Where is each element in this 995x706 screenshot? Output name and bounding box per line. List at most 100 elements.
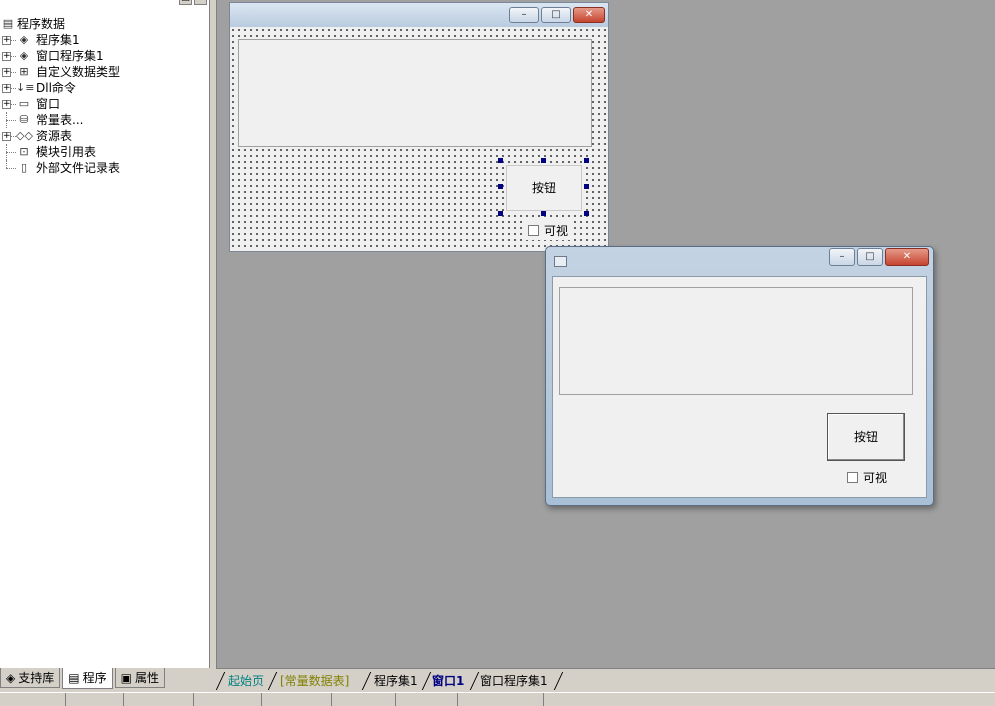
left-panel-tabs: ◈ 支持库 ▤ 程序 ▣ 属性 (0, 668, 210, 690)
design-form-canvas[interactable]: 按钮 可视 (230, 27, 608, 251)
properties-icon: ▣ (120, 670, 132, 685)
assembly-icon: ◈ (19, 33, 29, 46)
minimize-icon[interactable]: – (509, 7, 539, 23)
design-form-window[interactable]: – □ ✕ 按钮 可视 (229, 2, 609, 252)
expand-icon[interactable]: + (2, 36, 11, 45)
preview-form-window[interactable]: – □ ✕ 按钮 可视 (545, 246, 934, 506)
checkbox-label: 可视 (544, 224, 569, 238)
close-icon[interactable]: ✕ (885, 248, 929, 266)
tree-item-dll-commands[interactable]: + ↓≡ Dll命令 (0, 80, 210, 96)
expand-icon[interactable]: + (2, 52, 11, 61)
maximize-icon[interactable]: □ (541, 7, 571, 23)
tree-item-label: Dll命令 (36, 81, 76, 95)
custom-type-icon: ⊞ (19, 65, 29, 78)
tab-label: 支持库 (18, 670, 55, 685)
project-panel: □ × ▤ 程序数据 + ◈ 程序集1 + ◈ 窗口程序集1 + ⊞ 自定义数据… (0, 0, 210, 668)
tab-label: 属性 (134, 670, 159, 685)
tree-item-label: 常量表... (36, 113, 84, 127)
tree-item-custom-types[interactable]: + ⊞ 自定义数据类型 (0, 64, 210, 80)
preview-button[interactable]: 按钮 (827, 413, 905, 461)
tree-item-resources[interactable]: + ◇◇ 资源表 (0, 128, 210, 144)
resource-table-icon: ◇◇ (16, 129, 33, 142)
design-button[interactable]: 按钮 (506, 165, 582, 211)
selection-handle[interactable] (541, 158, 546, 163)
status-segment (0, 693, 66, 706)
status-segment (124, 693, 194, 706)
close-icon[interactable]: ✕ (573, 7, 605, 23)
status-bar (0, 692, 995, 706)
designer-workspace: – □ ✕ 按钮 可视 – □ ✕ 按钮 可视 (216, 0, 995, 668)
tree-item-external-files[interactable]: ▯ 外部文件记录表 (0, 160, 210, 176)
design-visible-checkbox[interactable]: 可视 (526, 221, 571, 240)
status-segment (262, 693, 332, 706)
preview-form-titlebar[interactable]: – □ ✕ (546, 247, 933, 275)
tree-item-label: 模块引用表 (36, 145, 97, 159)
expand-icon[interactable]: + (2, 68, 11, 77)
expand-icon[interactable]: + (2, 100, 11, 109)
constant-table-icon: ⛁ (19, 113, 29, 126)
document-tabs: 起始页 [常量数据表] 程序集1 窗口1 窗口程序集1 (216, 668, 995, 692)
selection-handle[interactable] (498, 211, 503, 216)
tab-assembly[interactable]: 程序集1 (370, 671, 422, 691)
module-reference-icon: ⊡ (19, 145, 29, 158)
tree-item-label: 自定义数据类型 (36, 65, 121, 79)
window-icon: ▭ (18, 97, 30, 110)
tab-constant-table[interactable]: [常量数据表] (276, 671, 353, 691)
library-icon: ◈ (6, 670, 16, 685)
expand-icon[interactable]: + (2, 132, 11, 141)
window-assembly-icon: ◈ (19, 49, 29, 62)
program-data-tree: ▤ 程序数据 + ◈ 程序集1 + ◈ 窗口程序集1 + ⊞ 自定义数据类型 +… (0, 16, 210, 176)
program-icon: ▤ (68, 671, 80, 685)
tab-separator (554, 671, 564, 691)
tree-item-label: 程序集1 (36, 33, 80, 47)
panel-restore-button[interactable]: □ (179, 0, 192, 5)
design-edit-box[interactable] (238, 39, 592, 147)
external-file-icon: ▯ (20, 161, 28, 174)
tree-root[interactable]: ▤ 程序数据 (0, 16, 210, 32)
data-tree-icon: ▤ (2, 17, 14, 30)
panel-window-buttons: □ × (179, 0, 207, 6)
checkbox-box[interactable] (847, 472, 858, 483)
selection-handle[interactable] (584, 158, 589, 163)
preview-caption-buttons: – □ ✕ (829, 248, 929, 266)
design-caption-buttons: – □ ✕ (509, 7, 605, 23)
dll-command-icon: ↓≡ (16, 81, 35, 94)
tab-window-assembly[interactable]: 窗口程序集1 (476, 671, 552, 691)
tree-item-label: 资源表 (36, 129, 73, 143)
tree-root-label: 程序数据 (17, 17, 66, 31)
tree-item-window[interactable]: + ▭ 窗口 (0, 96, 210, 112)
tree-item-label: 外部文件记录表 (36, 161, 121, 175)
expand-icon[interactable]: + (2, 84, 11, 93)
tree-item-label: 窗口程序集1 (36, 49, 104, 63)
tree-item-constants[interactable]: ⛁ 常量表... (0, 112, 210, 128)
preview-visible-checkbox[interactable]: 可视 (847, 469, 887, 486)
preview-edit-box[interactable] (559, 287, 913, 395)
maximize-icon[interactable]: □ (857, 248, 883, 266)
panel-close-button[interactable]: × (194, 0, 207, 5)
checkbox-box[interactable] (528, 225, 539, 236)
tree-item-module-references[interactable]: ⊡ 模块引用表 (0, 144, 210, 160)
selection-handle[interactable] (498, 184, 503, 189)
tree-item-label: 窗口 (36, 97, 61, 111)
tree-item-assembly[interactable]: + ◈ 程序集1 (0, 32, 210, 48)
status-segment (396, 693, 458, 706)
preview-form-client: 按钮 可视 (552, 276, 927, 498)
status-segment (66, 693, 124, 706)
tab-start-page[interactable]: 起始页 (224, 671, 268, 691)
selection-handle[interactable] (541, 211, 546, 216)
status-segment (458, 693, 544, 706)
selection-handle[interactable] (584, 184, 589, 189)
tab-window1[interactable]: 窗口1 (428, 671, 468, 691)
tab-program[interactable]: ▤ 程序 (62, 668, 113, 689)
tree-item-window-assembly[interactable]: + ◈ 窗口程序集1 (0, 48, 210, 64)
selection-handle[interactable] (498, 158, 503, 163)
tab-properties[interactable]: ▣ 属性 (114, 668, 165, 688)
window-app-icon (554, 256, 567, 267)
selection-handle[interactable] (584, 211, 589, 216)
status-segment (332, 693, 396, 706)
minimize-icon[interactable]: – (829, 248, 855, 266)
tab-support-library[interactable]: ◈ 支持库 (0, 668, 61, 688)
design-form-titlebar[interactable]: – □ ✕ (230, 3, 608, 27)
status-segment (194, 693, 262, 706)
checkbox-label: 可视 (863, 471, 888, 485)
